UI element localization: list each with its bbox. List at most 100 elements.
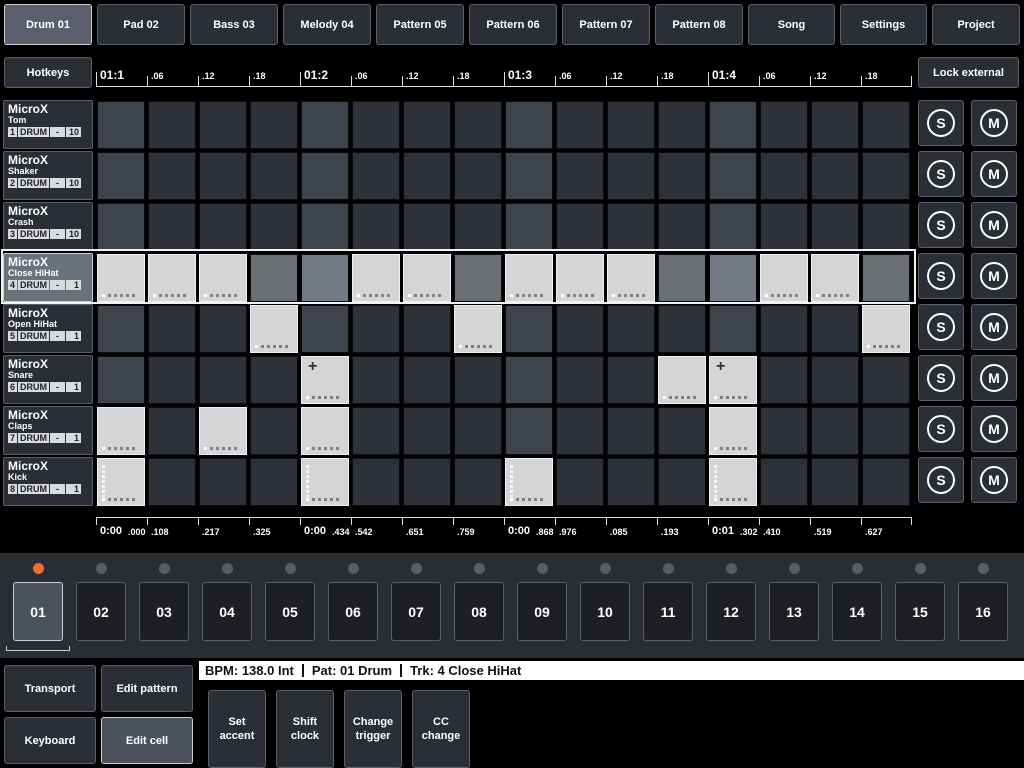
step-cell[interactable] bbox=[301, 407, 349, 455]
step-cell[interactable] bbox=[199, 458, 247, 506]
mute-button[interactable]: M bbox=[971, 100, 1017, 146]
action-shift-clock-button[interactable]: Shift clock bbox=[276, 690, 334, 768]
step-cell[interactable] bbox=[709, 152, 757, 200]
step-cell[interactable] bbox=[454, 152, 502, 200]
step-cell[interactable] bbox=[97, 203, 145, 251]
step-cell[interactable] bbox=[709, 203, 757, 251]
step-cell[interactable] bbox=[607, 356, 655, 404]
step-cell[interactable] bbox=[760, 407, 808, 455]
step-cell[interactable] bbox=[250, 407, 298, 455]
step-cell[interactable] bbox=[556, 203, 604, 251]
step-button-08[interactable]: 08 bbox=[454, 582, 504, 641]
step-cell[interactable]: + bbox=[709, 356, 757, 404]
transport-button[interactable]: Transport bbox=[4, 665, 96, 712]
hotkeys-button[interactable]: Hotkeys bbox=[4, 57, 92, 88]
step-cell[interactable] bbox=[454, 356, 502, 404]
keyboard-button[interactable]: Keyboard bbox=[4, 717, 96, 764]
step-cell[interactable] bbox=[301, 152, 349, 200]
step-button-05[interactable]: 05 bbox=[265, 582, 315, 641]
mute-button[interactable]: M bbox=[971, 406, 1017, 452]
step-cell[interactable] bbox=[97, 458, 145, 506]
tab-project[interactable]: Project bbox=[932, 4, 1020, 45]
step-cell[interactable] bbox=[658, 356, 706, 404]
tab-song[interactable]: Song bbox=[748, 4, 835, 45]
step-cell[interactable] bbox=[556, 356, 604, 404]
step-button-14[interactable]: 14 bbox=[832, 582, 882, 641]
step-cell[interactable] bbox=[811, 305, 859, 353]
step-button-11[interactable]: 11 bbox=[643, 582, 693, 641]
solo-button[interactable]: S bbox=[918, 457, 964, 503]
step-cell[interactable] bbox=[709, 407, 757, 455]
step-cell[interactable] bbox=[607, 305, 655, 353]
solo-button[interactable]: S bbox=[918, 100, 964, 146]
step-cell[interactable] bbox=[811, 254, 859, 302]
step-cell[interactable] bbox=[403, 101, 451, 149]
track-header-shaker[interactable]: MicroX Shaker 2 DRUM -10 bbox=[3, 151, 93, 200]
step-cell[interactable] bbox=[199, 356, 247, 404]
step-cell[interactable] bbox=[658, 254, 706, 302]
step-cell[interactable] bbox=[403, 305, 451, 353]
step-cell[interactable] bbox=[505, 254, 553, 302]
tab-drum-01[interactable]: Drum 01 bbox=[4, 4, 92, 45]
step-cell[interactable] bbox=[862, 407, 910, 455]
step-button-16[interactable]: 16 bbox=[958, 582, 1008, 641]
step-cell[interactable] bbox=[607, 407, 655, 455]
step-cell[interactable] bbox=[148, 152, 196, 200]
step-cell[interactable] bbox=[97, 305, 145, 353]
step-cell[interactable] bbox=[199, 254, 247, 302]
step-cell[interactable] bbox=[862, 152, 910, 200]
step-cell[interactable] bbox=[199, 407, 247, 455]
step-cell[interactable] bbox=[709, 101, 757, 149]
step-cell[interactable] bbox=[403, 152, 451, 200]
solo-button[interactable]: S bbox=[918, 406, 964, 452]
track-header-snare[interactable]: MicroX Snare 6 DRUM -1 bbox=[3, 355, 93, 404]
step-cell[interactable] bbox=[505, 305, 553, 353]
mute-button[interactable]: M bbox=[971, 253, 1017, 299]
step-cell[interactable] bbox=[862, 305, 910, 353]
track-header-close-hihat[interactable]: MicroX Close HiHat 4 DRUM -1 bbox=[3, 253, 93, 302]
step-cell[interactable] bbox=[148, 203, 196, 251]
track-header-tom[interactable]: MicroX Tom 1 DRUM -10 bbox=[3, 100, 93, 149]
track-header-open-hihat[interactable]: MicroX Open HiHat 5 DRUM -1 bbox=[3, 304, 93, 353]
step-cell[interactable] bbox=[250, 458, 298, 506]
step-cell[interactable] bbox=[250, 305, 298, 353]
step-cell[interactable] bbox=[97, 407, 145, 455]
step-cell[interactable] bbox=[403, 458, 451, 506]
step-cell[interactable] bbox=[556, 305, 604, 353]
step-cell[interactable] bbox=[862, 254, 910, 302]
step-cell[interactable] bbox=[811, 458, 859, 506]
step-cell[interactable] bbox=[454, 458, 502, 506]
step-cell[interactable] bbox=[505, 407, 553, 455]
step-button-04[interactable]: 04 bbox=[202, 582, 252, 641]
step-cell[interactable] bbox=[505, 152, 553, 200]
tab-pattern-07[interactable]: Pattern 07 bbox=[562, 4, 650, 45]
action-change-trigger-button[interactable]: Change trigger bbox=[344, 690, 402, 768]
step-cell[interactable] bbox=[760, 458, 808, 506]
step-cell[interactable] bbox=[301, 458, 349, 506]
step-cell[interactable] bbox=[760, 101, 808, 149]
track-header-kick[interactable]: MicroX Kick 8 DRUM -1 bbox=[3, 457, 93, 506]
tab-pattern-06[interactable]: Pattern 06 bbox=[469, 4, 557, 45]
step-button-06[interactable]: 06 bbox=[328, 582, 378, 641]
step-cell[interactable] bbox=[148, 356, 196, 404]
step-button-13[interactable]: 13 bbox=[769, 582, 819, 641]
action-set-accent-button[interactable]: Set accent bbox=[208, 690, 266, 768]
step-cell[interactable] bbox=[199, 152, 247, 200]
step-cell[interactable] bbox=[862, 458, 910, 506]
step-cell[interactable] bbox=[199, 305, 247, 353]
step-cell[interactable] bbox=[556, 254, 604, 302]
tab-settings[interactable]: Settings bbox=[840, 4, 927, 45]
step-cell[interactable] bbox=[454, 305, 502, 353]
step-cell[interactable] bbox=[658, 458, 706, 506]
step-cell[interactable] bbox=[658, 203, 706, 251]
step-cell[interactable] bbox=[454, 203, 502, 251]
step-button-10[interactable]: 10 bbox=[580, 582, 630, 641]
step-cell[interactable] bbox=[505, 101, 553, 149]
track-header-crash[interactable]: MicroX Crash 3 DRUM -10 bbox=[3, 202, 93, 251]
solo-button[interactable]: S bbox=[918, 151, 964, 197]
tab-pad-02[interactable]: Pad 02 bbox=[97, 4, 185, 45]
step-button-01[interactable]: 01 bbox=[13, 582, 63, 641]
step-cell[interactable] bbox=[148, 101, 196, 149]
step-cell[interactable] bbox=[556, 407, 604, 455]
step-cell[interactable] bbox=[199, 203, 247, 251]
